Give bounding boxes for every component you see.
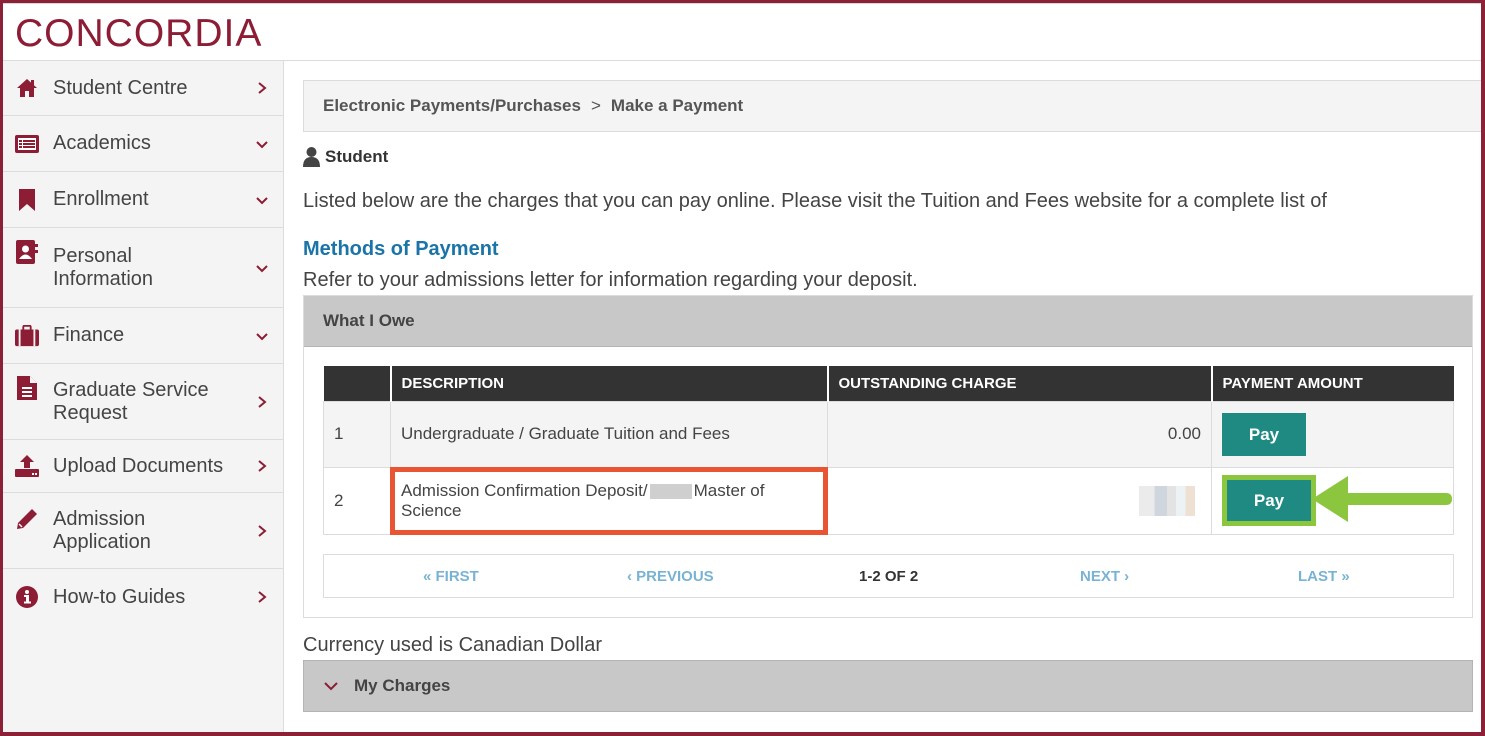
row-number: 2 [323,466,391,535]
sidebar-item-how-to-guides[interactable]: How-to Guides [3,569,283,625]
header: CONCORDIA [3,3,1481,61]
pager-count: 1-2 OF 2 [859,568,919,585]
bookmark-icon [15,188,39,212]
redacted-text [649,483,692,499]
redacted-amount [1139,485,1201,516]
home-icon [15,76,39,100]
pager-next[interactable]: NEXT › [1080,568,1129,585]
sidebar-item-label: Admission Application [53,507,151,553]
chevron-right-icon [258,524,267,537]
chevron-down-icon [256,140,268,148]
what-i-owe-panel: What I Owe DESCRIPTION OUTSTANDING CHARG… [303,295,1473,618]
currency-note: Currency used is Canadian Dollar [303,634,603,656]
deposit-info-text: Refer to your admissions letter for info… [303,269,918,291]
breadcrumb-current: Make a Payment [610,96,744,115]
info-icon [15,585,39,609]
upload-icon [15,454,39,478]
description-prefix: Admission Confirmation Deposit/ [401,480,648,500]
user-icon [303,147,320,167]
main-content: Electronic Payments/Purchases > Make a P… [285,61,1483,732]
highlight-arrow-icon [1312,476,1452,522]
pagination: « FIRST ‹ PREVIOUS 1-2 OF 2 NEXT › LAST … [323,554,1454,598]
row-description: Admission Confirmation Deposit/Master of… [390,466,828,535]
pager-last[interactable]: LAST » [1298,568,1350,585]
sidebar-item-label: Student Centre [53,76,188,99]
chevron-right-icon [258,82,267,94]
sidebar-item-label: How-to Guides [53,585,186,608]
breadcrumb: Electronic Payments/Purchases > Make a P… [303,80,1483,132]
chevron-right-icon [258,460,267,472]
list-icon [15,132,39,156]
sidebar-item-graduate-service-request[interactable]: Graduate Service Request [3,364,283,440]
chevron-down-icon [256,264,268,272]
charges-table: DESCRIPTION OUTSTANDING CHARGE PAYMENT A… [323,366,1454,535]
sidebar-item-student-centre[interactable]: Student Centre [3,61,283,116]
chevron-down-icon [324,682,338,691]
pager-previous[interactable]: ‹ PREVIOUS [627,568,714,585]
briefcase-icon [15,324,39,348]
table-row: 1 Undergraduate / Graduate Tuition and F… [323,400,1454,468]
pencil-icon [15,507,39,531]
column-header-number [323,366,392,401]
what-i-owe-header: What I Owe [304,296,1472,347]
column-header-payment-amount: PAYMENT AMOUNT [1211,366,1454,401]
document-icon [15,376,39,400]
methods-of-payment-link[interactable]: Methods of Payment [303,238,499,261]
row-payment-cell: Pay [1211,400,1454,468]
intro-text: Listed below are the charges that you ca… [303,190,1327,212]
contact-book-icon [15,240,39,264]
sidebar-item-label: Enrollment [53,188,149,210]
my-charges-toggle[interactable]: My Charges [303,660,1473,712]
user-role: Student [303,147,388,167]
row-number: 1 [323,400,391,468]
sidebar-item-label: Finance [53,324,125,346]
pay-button-tuition[interactable]: Pay [1222,412,1306,456]
row-outstanding-charge [827,466,1212,535]
column-header-description: DESCRIPTION [390,366,829,401]
sidebar-item-academics[interactable]: Academics [3,116,283,172]
sidebar-item-finance[interactable]: Finance [3,308,283,364]
chevron-right-icon [258,591,267,603]
sidebar-item-enrollment[interactable]: Enrollment [3,172,283,228]
user-role-label: Student [325,147,389,166]
sidebar-item-label: Upload Documents [53,454,224,477]
sidebar-item-upload-documents[interactable]: Upload Documents [3,440,283,493]
sidebar-item-label: Personal Information [53,244,154,290]
table-header-row: DESCRIPTION OUTSTANDING CHARGE PAYMENT A… [323,366,1454,401]
breadcrumb-separator: > [590,96,601,115]
sidebar-item-label: Graduate Service Request [53,378,209,424]
chevron-down-icon [256,196,268,204]
my-charges-title: My Charges [354,676,451,695]
sidebar-item-admission-application[interactable]: Admission Application [3,493,283,569]
sidebar-item-label: Academics [53,132,151,154]
pager-first[interactable]: « FIRST [423,568,479,585]
pay-button-deposit[interactable]: Pay [1227,480,1311,521]
breadcrumb-parent-link[interactable]: Electronic Payments/Purchases [323,96,581,116]
highlight-box: Pay [1222,475,1316,526]
sidebar: Student Centre Academics Enrollment Pers… [3,61,284,732]
chevron-right-icon [258,395,267,408]
column-header-outstanding-charge: OUTSTANDING CHARGE [827,366,1213,401]
sidebar-item-personal-information[interactable]: Personal Information [3,228,283,308]
table-row: 2 Admission Confirmation Deposit/Master … [323,466,1454,535]
row-description: Undergraduate / Graduate Tuition and Fee… [390,400,828,468]
row-outstanding-charge: 0.00 [827,400,1212,468]
concordia-logo[interactable]: CONCORDIA [15,12,262,56]
chevron-down-icon [256,332,268,340]
